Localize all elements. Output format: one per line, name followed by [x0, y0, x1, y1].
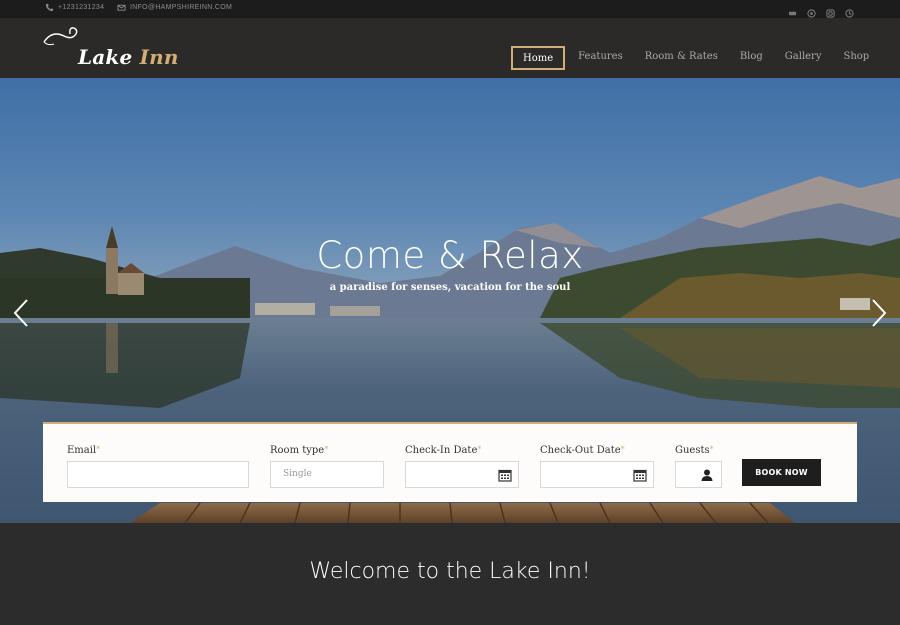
- tripadvisor-icon[interactable]: [788, 3, 797, 16]
- email-text: INFO@HAMPSHIREINN.COM: [130, 4, 233, 11]
- instagram-icon[interactable]: [826, 3, 835, 18]
- site-header: Lake Inn Home Features Room & Rates Blog…: [0, 18, 900, 78]
- calendar-icon[interactable]: [633, 468, 647, 482]
- checkin-date-input[interactable]: [405, 461, 519, 488]
- phone-contact[interactable]: +1231231234: [45, 3, 104, 12]
- nav-features[interactable]: Features: [567, 46, 634, 70]
- user-icon: [701, 469, 713, 481]
- checkout-label-text: Check-Out Date: [540, 445, 621, 456]
- phone-text: +1231231234: [58, 4, 105, 11]
- guests-input[interactable]: [675, 461, 722, 488]
- room-type-select[interactable]: Single: [270, 461, 384, 488]
- yelp-icon[interactable]: [845, 3, 854, 18]
- required-mark: *: [709, 445, 714, 454]
- email-contact[interactable]: INFO@HAMPSHIREINN.COM: [117, 3, 232, 12]
- logo[interactable]: Lake Inn: [78, 45, 179, 69]
- checkout-label: Check-Out Date*: [540, 445, 625, 456]
- nav-shop[interactable]: Shop: [833, 46, 881, 70]
- guests-label: Guests*: [675, 445, 714, 456]
- required-mark: *: [620, 445, 625, 454]
- phone-icon: [45, 3, 54, 12]
- nav-home[interactable]: Home: [511, 46, 566, 70]
- main-nav: Home Features Room & Rates Blog Gallery …: [511, 46, 880, 70]
- welcome-heading: Welcome to the Lake Inn!: [309, 559, 591, 584]
- room-type-label: Room type*: [270, 445, 328, 456]
- hero-title: Come & Relax: [316, 234, 584, 277]
- next-slide-arrow-icon[interactable]: [870, 298, 888, 328]
- nav-room-rates[interactable]: Room & Rates: [634, 46, 729, 70]
- checkout-date-input[interactable]: [540, 461, 654, 488]
- welcome-section: Welcome to the Lake Inn!: [0, 523, 900, 625]
- room-type-label-text: Room type: [270, 445, 325, 456]
- nav-blog[interactable]: Blog: [729, 46, 774, 70]
- required-mark: *: [477, 445, 482, 454]
- logo-accent: Inn: [139, 45, 179, 69]
- booking-form: Email* Room type* Single Check-In Date* …: [43, 422, 857, 502]
- checkin-label-text: Check-In Date: [405, 445, 478, 456]
- logo-main: Lake: [78, 45, 133, 69]
- book-now-button[interactable]: BOOK NOW: [742, 459, 821, 486]
- checkin-label: Check-In Date*: [405, 445, 481, 456]
- required-mark: *: [96, 445, 101, 454]
- hero-subtitle: a paradise for senses, vacation for the …: [329, 282, 571, 293]
- email-input[interactable]: [67, 461, 249, 488]
- calendar-icon[interactable]: [498, 468, 512, 482]
- guests-label-text: Guests: [675, 445, 710, 456]
- required-mark: *: [324, 445, 329, 454]
- foursquare-icon[interactable]: [807, 3, 816, 18]
- room-type-value: Single: [283, 469, 312, 479]
- email-label: Email*: [67, 445, 100, 456]
- mail-icon: [117, 4, 126, 11]
- social-links: [788, 3, 854, 18]
- top-bar: +1231231234 INFO@HAMPSHIREINN.COM: [0, 0, 900, 18]
- email-label-text: Email: [67, 445, 97, 456]
- nav-gallery[interactable]: Gallery: [774, 46, 833, 70]
- prev-slide-arrow-icon[interactable]: [12, 298, 30, 328]
